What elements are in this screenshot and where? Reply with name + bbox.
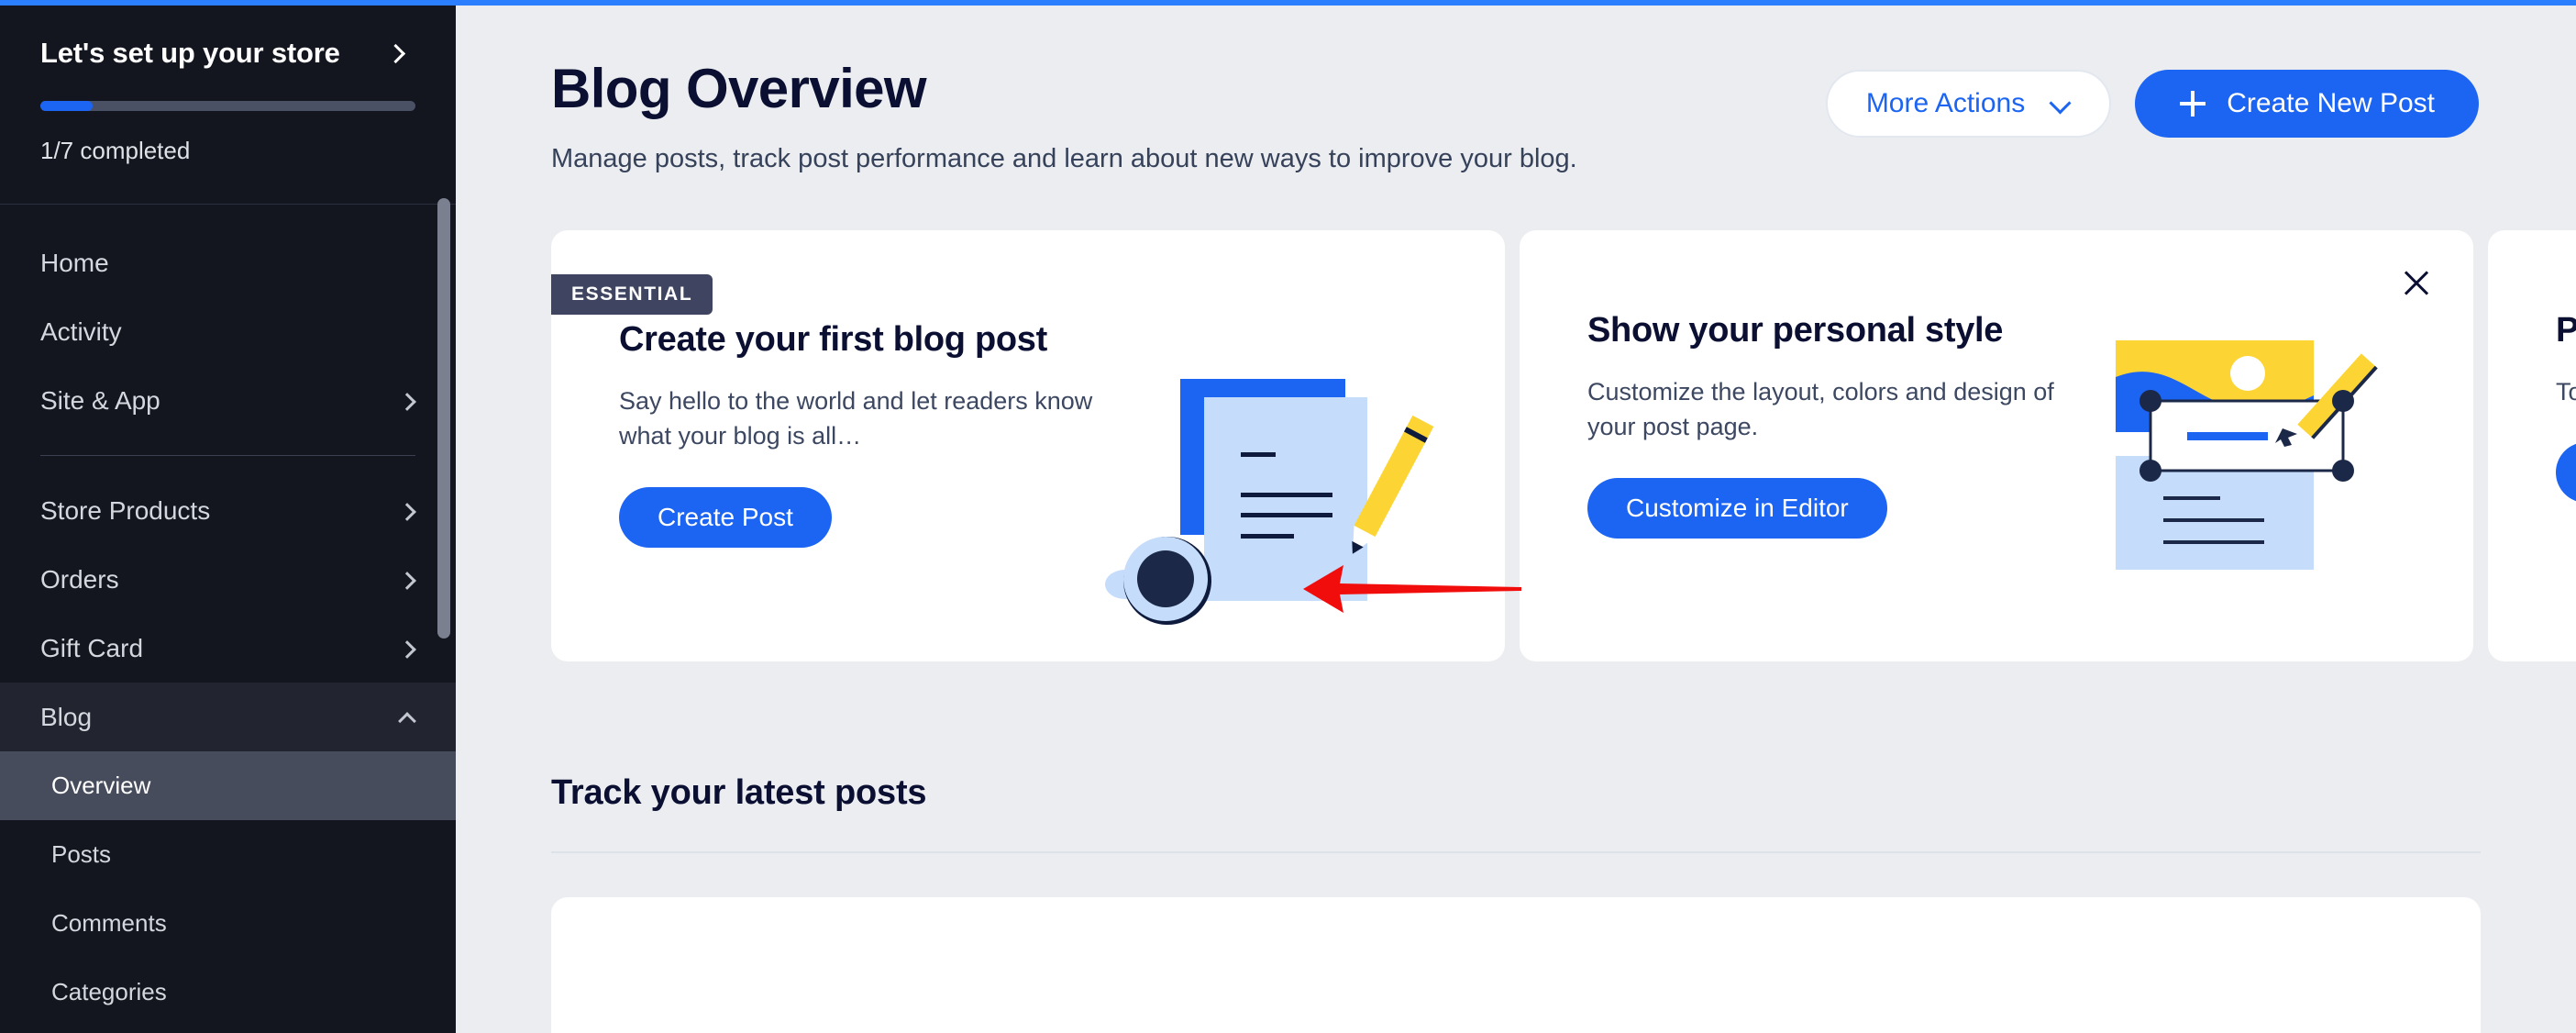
chevron-right-icon[interactable] [386, 43, 406, 63]
sidebar-item-label: Home [40, 248, 109, 277]
customize-in-editor-button[interactable]: Customize in Editor [1587, 477, 1887, 539]
section-title: Track your latest posts [551, 773, 927, 813]
page-subtitle: Manage posts, track post performance and… [551, 144, 1577, 173]
header-actions: More Actions Create New Post [1825, 57, 2479, 138]
sidebar-item-tags[interactable]: Tags [0, 1027, 456, 1033]
chevron-down-icon [2049, 93, 2071, 115]
page-header: Blog Overview Manage posts, track post p… [456, 0, 2576, 177]
card-description: Customize the layout, colors and design … [1587, 378, 2054, 441]
sidebar-item-gift-card[interactable]: Gift Card [0, 614, 456, 683]
section-divider [551, 851, 2481, 854]
customize-in-editor-label: Customize in Editor [1626, 493, 1849, 522]
create-post-button[interactable]: Create Post [619, 486, 832, 548]
plus-icon [2179, 90, 2206, 117]
chevron-right-icon [399, 572, 415, 588]
sidebar-item-site-and-app[interactable]: Site & App [0, 366, 456, 435]
more-actions-button[interactable]: More Actions [1825, 70, 2112, 138]
sidebar-item-label: Gift Card [40, 633, 144, 662]
create-post-label: Create Post [658, 502, 793, 531]
close-icon[interactable] [2398, 265, 2435, 302]
sidebar-item-label: Store Products [40, 495, 211, 525]
sidebar-item-categories[interactable]: Categories [0, 958, 456, 1027]
card-show-personal-style[interactable]: Show your personal style Customize the l… [1520, 230, 2473, 662]
store-setup-header[interactable]: Let's set up your store [40, 37, 415, 70]
card-description: Say hello to the world and let readers k… [619, 387, 1093, 450]
page-header-text: Blog Overview Manage posts, track post p… [551, 57, 1577, 177]
sidebar-item-comments[interactable]: Comments [0, 889, 456, 958]
publish-button[interactable]: C [2556, 442, 2576, 504]
document-pencil-coffee-illustration [1096, 318, 1505, 661]
sidebar-item-label: Orders [40, 564, 119, 594]
app-root: Let's set up your store 1/7 completed Ho… [0, 0, 2576, 1033]
chevron-right-icon [399, 503, 415, 519]
card-title: Pu [2556, 311, 2576, 350]
sidebar-item-home[interactable]: Home [0, 228, 456, 297]
sidebar-nav: Home Activity Site & App Store Products … [0, 205, 456, 1033]
card-body: Show your personal style Customize the l… [1520, 230, 2473, 661]
sidebar-item-label: Site & App [40, 385, 160, 415]
card-description: To r reac [2556, 378, 2576, 406]
sidebar: Let's set up your store 1/7 completed Ho… [0, 0, 456, 1033]
setup-progress-bar [40, 101, 415, 111]
create-new-post-label: Create New Post [2227, 88, 2435, 118]
more-actions-label: More Actions [1865, 88, 2026, 118]
card-text: Create your first blog post Say hello to… [619, 318, 1096, 661]
sidebar-item-label: Overview [51, 772, 151, 799]
top-accent-bar [0, 0, 2576, 6]
image-layout-pencil-illustration [2064, 309, 2473, 661]
store-setup-panel[interactable]: Let's set up your store 1/7 completed [0, 0, 456, 205]
card-body: Pu To r reac C [2488, 230, 2576, 661]
chevron-up-icon [399, 709, 415, 726]
setup-progress-label: 1/7 completed [40, 137, 191, 164]
sidebar-item-label: Comments [51, 909, 167, 937]
card-title: Create your first blog post [619, 320, 1047, 360]
chevron-right-icon [399, 640, 415, 657]
sidebar-item-store-products[interactable]: Store Products [0, 476, 456, 545]
card-create-first-blog-post[interactable]: ESSENTIAL Create your first blog post Sa… [551, 230, 1505, 662]
card-title: Show your personal style [1587, 311, 2004, 350]
card-text: Pu To r reac C [2556, 309, 2576, 661]
sidebar-item-label: Categories [51, 978, 167, 1005]
sidebar-item-orders[interactable]: Orders [0, 545, 456, 614]
card-text: Show your personal style Customize the l… [1587, 309, 2064, 661]
sidebar-item-blog[interactable]: Blog [0, 683, 456, 751]
sidebar-item-label: Activity [40, 317, 122, 346]
sidebar-scrollbar[interactable] [437, 198, 450, 639]
latest-posts-panel [551, 897, 2481, 1033]
sidebar-item-label: Posts [51, 840, 112, 868]
chevron-right-icon [399, 393, 415, 409]
main-content: Blog Overview Manage posts, track post p… [456, 0, 2576, 1033]
create-new-post-button[interactable]: Create New Post [2135, 70, 2479, 138]
track-latest-posts-section: Track your latest posts [456, 773, 2576, 1033]
sidebar-item-label: Blog [40, 702, 93, 731]
store-setup-title: Let's set up your store [40, 37, 340, 69]
onboarding-cards-row: ESSENTIAL Create your first blog post Sa… [456, 230, 2576, 662]
card-publish-post[interactable]: Pu To r reac C [2488, 230, 2576, 662]
page-title: Blog Overview [551, 58, 927, 119]
sidebar-divider [40, 455, 415, 456]
sidebar-item-posts[interactable]: Posts [0, 820, 456, 889]
sidebar-item-activity[interactable]: Activity [0, 297, 456, 366]
status-badge: ESSENTIAL [551, 274, 713, 316]
sidebar-item-overview[interactable]: Overview [0, 751, 456, 820]
setup-progress-fill [40, 101, 94, 111]
